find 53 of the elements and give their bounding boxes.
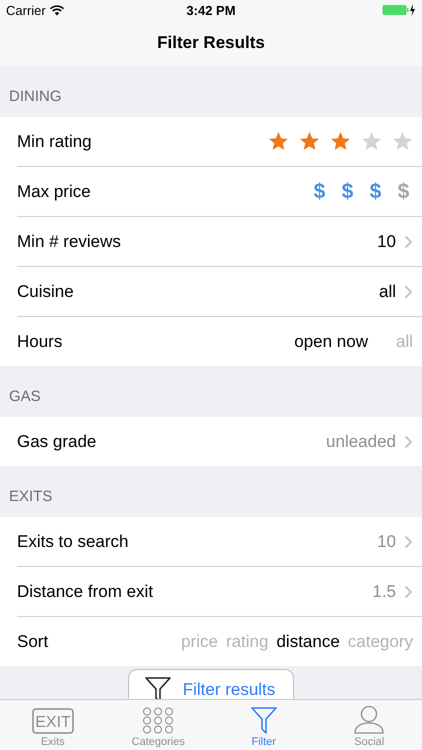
row-label: Min rating	[17, 132, 93, 152]
filter-results-button[interactable]: Filter results	[128, 669, 294, 699]
chevron-icon	[404, 534, 413, 548]
star-icon	[392, 131, 413, 152]
row-label: Distance from exit	[17, 582, 154, 602]
row-label: Exits to search	[17, 532, 130, 552]
option[interactable]: rating	[226, 632, 268, 652]
row-label: Min # reviews	[17, 232, 122, 252]
price-level[interactable]: $	[394, 180, 413, 204]
section-header: GAS	[8, 387, 42, 407]
star-icon	[330, 131, 351, 152]
filter-icon	[250, 707, 277, 734]
price-level[interactable]: $	[338, 180, 357, 204]
chevron-icon	[404, 284, 413, 298]
row-value: 10	[377, 232, 396, 252]
row-label: Gas grade	[17, 432, 98, 452]
chevron-icon	[404, 234, 413, 248]
tab[interactable]: EXIT Exits	[0, 700, 106, 750]
filter-icon	[144, 677, 171, 699]
option[interactable]: distance	[276, 632, 340, 652]
row-value: all	[378, 282, 396, 302]
exit-sign-text: EXIT	[34, 714, 71, 731]
battery-charging-icon	[382, 4, 416, 16]
option[interactable]: price	[181, 632, 218, 652]
row-label: Sort	[17, 632, 50, 652]
price-level[interactable]: $	[310, 180, 329, 204]
star-rating[interactable]	[268, 131, 413, 152]
section-header: DINING	[8, 87, 62, 107]
status-time: 3:42 PM	[186, 2, 236, 18]
chevron-icon	[404, 584, 413, 598]
star-icon	[361, 131, 382, 152]
row-value: 10	[377, 532, 396, 552]
star-icon	[268, 131, 289, 152]
wifi-icon	[50, 4, 64, 16]
option[interactable]: category	[348, 632, 413, 652]
row-label: Hours	[17, 332, 64, 352]
grid-icon	[142, 707, 174, 734]
option[interactable]: open now	[294, 332, 368, 352]
row-value: unleaded	[326, 432, 396, 452]
screen-title: Filter Results	[157, 33, 265, 53]
row-value: 1.5	[372, 582, 396, 602]
tab[interactable]: Social	[316, 700, 422, 750]
option[interactable]: all	[396, 332, 413, 352]
carrier-name: Carrier	[6, 2, 46, 18]
person-icon	[354, 705, 384, 734]
tab[interactable]: Filter	[211, 700, 316, 750]
price-level[interactable]: $	[366, 180, 385, 204]
row-label: Max price	[17, 182, 92, 202]
section-header: EXITS	[8, 487, 54, 507]
chevron-icon	[404, 434, 413, 448]
tab[interactable]: Categories	[106, 700, 211, 750]
row-label: Cuisine	[17, 282, 75, 302]
star-icon	[299, 131, 320, 152]
